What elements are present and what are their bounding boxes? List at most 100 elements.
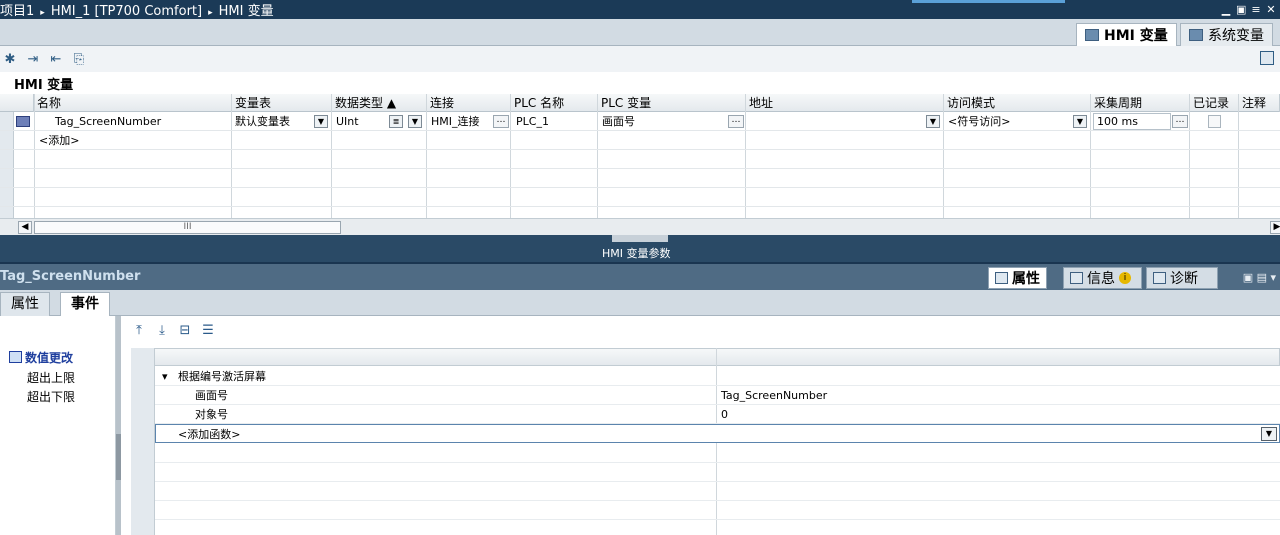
tab-diagnostics[interactable]: 诊断 — [1146, 267, 1218, 289]
scroll-thumb[interactable]: III — [34, 221, 341, 234]
column-header-logged[interactable]: 已记录 — [1190, 94, 1239, 112]
panel-splitter[interactable]: HMI 变量参数 — [0, 235, 1280, 262]
connection-browse-icon[interactable]: … — [493, 115, 509, 128]
parameter-value[interactable]: 0 — [721, 405, 728, 424]
event-value-change[interactable]: 数值更改 — [9, 349, 73, 366]
splitter-grip[interactable] — [612, 235, 668, 242]
empty-row[interactable] — [155, 463, 1280, 482]
events-splitter-bar[interactable] — [116, 316, 121, 535]
tab-label: 信息 — [1087, 271, 1115, 287]
collapse-all-icon[interactable]: ☰ — [200, 322, 216, 338]
cell-access-mode[interactable]: <符号访问> — [945, 112, 1010, 131]
add-function-dropdown-icon[interactable]: ▼ — [1261, 427, 1277, 441]
tab-label: 诊断 — [1170, 271, 1198, 287]
parameter-name: 画面号 — [195, 389, 228, 402]
cell-comment[interactable] — [1240, 112, 1243, 131]
event-high-limit[interactable]: 超出上限 — [27, 369, 75, 386]
cell-plc-name[interactable]: PLC_1 — [513, 112, 549, 131]
subtab-events[interactable]: 事件 — [60, 292, 110, 316]
parameter-name: 对象号 — [195, 408, 228, 421]
move-down-icon[interactable]: ⤓ — [154, 322, 170, 338]
cell-tag-table[interactable]: 默认变量表 — [232, 112, 290, 131]
cycle-browse-icon[interactable]: … — [1172, 115, 1188, 128]
inspector-window-controls-icon[interactable]: ▣ ▤ ▾ — [1243, 271, 1276, 284]
event-label: 数值更改 — [25, 351, 74, 365]
tab-hmi-tags[interactable]: HMI 变量 — [1076, 23, 1177, 46]
title-highlight-bar — [912, 0, 1065, 3]
function-name[interactable]: 根据编号激活屏幕 — [178, 367, 266, 386]
table-row[interactable]: Tag_ScreenNumber 默认变量表 ▼ UInt ≣ ▼ HMI_连接… — [0, 112, 1280, 131]
diagnostics-icon — [1153, 272, 1166, 284]
event-icon — [9, 351, 22, 363]
access-mode-dropdown-icon[interactable]: ▼ — [1073, 115, 1087, 128]
move-up-icon[interactable]: ⤒ — [131, 322, 147, 338]
properties-icon — [995, 272, 1008, 284]
menu-icon[interactable]: ≡ — [1251, 4, 1261, 15]
add-function-row[interactable]: <添加函数> ▼ — [155, 424, 1280, 443]
close-icon[interactable]: ✕ — [1266, 4, 1276, 15]
column-header-tag-table[interactable]: 变量表 — [232, 94, 332, 112]
expand-all-icon[interactable]: ⊟ — [177, 322, 193, 338]
tab-properties[interactable]: 属性 — [988, 267, 1047, 289]
cell-plc-tag[interactable]: 画面号 — [599, 112, 635, 131]
find-replace-icon[interactable]: ⎘ — [71, 51, 87, 67]
minimize-icon[interactable]: ▁ — [1221, 4, 1231, 15]
empty-row[interactable] — [0, 150, 1280, 169]
cell-data-type[interactable]: UInt — [333, 112, 359, 131]
cell-name[interactable]: Tag_ScreenNumber — [52, 112, 161, 131]
breadcrumb-separator-icon: ▸ — [40, 8, 45, 18]
cell-connection[interactable]: HMI_连接 — [428, 112, 480, 131]
add-function-placeholder[interactable]: <添加函数> — [178, 425, 240, 444]
column-header-name[interactable]: 名称 — [34, 94, 232, 112]
column-header-data-type[interactable]: 数据类型 ▲ — [332, 94, 427, 112]
horizontal-scrollbar[interactable]: ◀ III ▶ — [0, 218, 1280, 235]
function-list: ▾ 根据编号激活屏幕 画面号 Tag_ScreenNumber 对象号 0 <添… — [131, 348, 1280, 535]
panel-toggle-icon[interactable] — [1260, 51, 1274, 65]
parameter-value[interactable]: Tag_ScreenNumber — [721, 386, 827, 405]
plc-tag-browse-icon[interactable]: … — [728, 115, 744, 128]
table-title: HMI 变量 — [14, 78, 74, 93]
table-icon — [1085, 29, 1099, 41]
column-header-plc-tag[interactable]: PLC 变量 — [598, 94, 746, 112]
cycle-input[interactable]: 100 ms — [1093, 113, 1171, 130]
column-header-plc-name[interactable]: PLC 名称 — [511, 94, 598, 112]
column-header-address[interactable]: 地址 — [746, 94, 944, 112]
function-row-header-strip — [131, 348, 155, 535]
cell-address[interactable] — [747, 112, 750, 131]
empty-row[interactable] — [155, 501, 1280, 520]
empty-row[interactable] — [0, 188, 1280, 207]
scroll-left-icon[interactable]: ◀ — [18, 221, 32, 234]
breadcrumb-separator-icon: ▸ — [208, 8, 213, 18]
column-header-acquisition-cycle[interactable]: 采集周期 — [1091, 94, 1190, 112]
restore-icon[interactable]: ▣ — [1236, 4, 1246, 15]
column-header-comment[interactable]: 注释 — [1239, 94, 1280, 112]
export-icon[interactable]: ⇤ — [48, 51, 64, 67]
function-row[interactable]: ▾ 根据编号激活屏幕 — [155, 367, 1280, 386]
tag-table-dropdown-icon[interactable]: ▼ — [314, 115, 328, 128]
splitter-label: HMI 变量参数 — [602, 247, 671, 260]
event-low-limit[interactable]: 超出下限 — [27, 388, 75, 405]
tab-info[interactable]: 信息 i — [1063, 267, 1142, 289]
column-header-connection[interactable]: 连接 — [427, 94, 511, 112]
empty-row[interactable] — [155, 444, 1280, 463]
splitter-handle[interactable] — [116, 434, 121, 480]
add-tag-placeholder[interactable]: <添加> — [36, 131, 79, 150]
subtab-properties[interactable]: 属性 — [0, 292, 50, 316]
breadcrumb-project[interactable]: 项目1 — [0, 4, 34, 19]
data-type-dropdown-icon[interactable]: ▼ — [408, 115, 422, 128]
column-header-access-mode[interactable]: 访问模式 — [944, 94, 1091, 112]
add-tag-icon[interactable]: ✱ — [2, 51, 18, 67]
parameter-row[interactable]: 对象号 0 — [155, 405, 1280, 424]
parameter-row[interactable]: 画面号 Tag_ScreenNumber — [155, 386, 1280, 405]
address-dropdown-icon[interactable]: ▼ — [926, 115, 940, 128]
scroll-right-icon[interactable]: ▶ — [1270, 221, 1280, 234]
breadcrumb-device[interactable]: HMI_1 [TP700 Comfort] — [51, 4, 202, 19]
empty-row[interactable] — [155, 482, 1280, 501]
add-row[interactable]: <添加> — [0, 131, 1280, 150]
empty-row[interactable] — [0, 169, 1280, 188]
data-type-list-icon[interactable]: ≣ — [389, 115, 403, 128]
collapse-arrow-icon[interactable]: ▾ — [162, 367, 168, 386]
import-icon[interactable]: ⇥ — [25, 51, 41, 67]
logged-checkbox[interactable] — [1208, 115, 1221, 128]
tab-system-tags[interactable]: 系统变量 — [1180, 23, 1273, 46]
